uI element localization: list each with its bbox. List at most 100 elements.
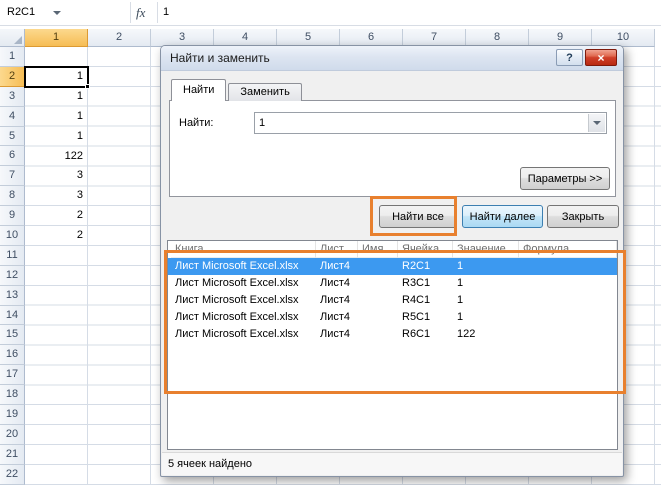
result-formula — [519, 275, 617, 292]
name-box[interactable]: R2C1 — [0, 0, 48, 25]
row-header-8[interactable]: 8 — [0, 186, 25, 207]
results-column-header[interactable]: Книга — [171, 241, 316, 258]
corner-triangle-icon — [14, 36, 22, 44]
row-header-1[interactable]: 1 — [0, 47, 25, 67]
formula-bar: R2C1 fx 1 — [0, 0, 661, 26]
result-sheet: Лист4 — [320, 277, 351, 289]
row-header-16[interactable]: 16 — [0, 345, 25, 366]
result-cell: R3C1 — [402, 277, 431, 289]
row-header-14[interactable]: 14 — [0, 305, 25, 326]
find-tab-panel: Найти: 1 Параметры >> — [169, 100, 616, 197]
row-header-13[interactable]: 13 — [0, 285, 25, 306]
cell-R10C1[interactable]: 2 — [25, 226, 88, 246]
cell-R9C1[interactable]: 2 — [25, 206, 88, 226]
result-row-R5C1[interactable]: Лист Microsoft Excel.xlsx Лист4 R5C1 1 — [168, 309, 617, 326]
cell-R2C1[interactable]: 1 — [25, 67, 88, 87]
column-header-2[interactable]: 2 — [88, 29, 151, 47]
find-input[interactable]: 1 — [254, 112, 607, 134]
result-sheet: Лист4 — [320, 311, 351, 323]
result-book: Лист Microsoft Excel.xlsx — [175, 260, 299, 272]
results-column-header[interactable]: Значение — [453, 241, 519, 258]
tab-find[interactable]: Найти — [171, 79, 227, 101]
find-input-value: 1 — [259, 117, 266, 129]
find-dropdown-button[interactable] — [588, 114, 605, 132]
options-button[interactable]: Параметры >> — [520, 167, 610, 190]
result-book: Лист Microsoft Excel.xlsx — [175, 328, 299, 340]
row-header-18[interactable]: 18 — [0, 385, 25, 406]
find-replace-dialog: Найти и заменить ? × Найти Заменить Найт… — [160, 45, 624, 477]
result-value: 1 — [457, 277, 464, 289]
row-header-17[interactable]: 17 — [0, 365, 25, 386]
formula-input[interactable]: 1 — [163, 0, 169, 25]
tab-replace[interactable]: Заменить — [228, 83, 302, 101]
status-bar: 5 ячеек найдено — [162, 452, 622, 475]
row-header-6[interactable]: 6 — [0, 146, 25, 167]
divider — [157, 2, 158, 23]
row-header-22[interactable]: 22 — [0, 464, 25, 485]
find-next-button[interactable]: Найти далее — [462, 205, 543, 228]
results-column-header[interactable]: Формула — [519, 241, 617, 258]
row-header-9[interactable]: 9 — [0, 206, 25, 227]
result-book: Лист Microsoft Excel.xlsx — [175, 311, 299, 323]
cell-R3C1[interactable]: 1 — [25, 87, 88, 107]
row-header-12[interactable]: 12 — [0, 265, 25, 286]
cell-R6C1[interactable]: 122 — [25, 147, 88, 167]
cell-R8C1[interactable]: 3 — [25, 186, 88, 206]
find-all-button[interactable]: Найти все — [379, 205, 457, 228]
insert-function-icon[interactable]: fx — [136, 0, 145, 25]
results-header: Книга Лист Имя Ячейка Значение Формула — [168, 241, 617, 258]
results-column-header[interactable]: Имя — [358, 241, 398, 258]
results-column-header[interactable]: Ячейка — [398, 241, 453, 258]
close-button[interactable]: Закрыть — [547, 205, 619, 228]
status-text: 5 ячеек найдено — [168, 458, 253, 470]
tab-strip: Найти Заменить — [171, 79, 304, 101]
row-header-7[interactable]: 7 — [0, 166, 25, 187]
row-header-20[interactable]: 20 — [0, 424, 25, 445]
row-header-2[interactable]: 2 — [0, 66, 25, 87]
result-sheet: Лист4 — [320, 260, 351, 272]
close-window-button[interactable]: × — [585, 49, 617, 66]
column-header-1[interactable]: 1 — [25, 29, 88, 47]
row-header-10[interactable]: 10 — [0, 226, 25, 246]
result-name — [358, 309, 398, 326]
result-cell: R4C1 — [402, 294, 431, 306]
result-value: 1 — [457, 311, 464, 323]
row-header-21[interactable]: 21 — [0, 444, 25, 465]
result-formula — [519, 326, 617, 343]
result-row-R4C1[interactable]: Лист Microsoft Excel.xlsx Лист4 R4C1 1 — [168, 292, 617, 309]
name-box-dropdown-icon[interactable] — [48, 0, 66, 25]
cell-R5C1[interactable]: 1 — [25, 127, 88, 147]
result-sheet: Лист4 — [320, 294, 351, 306]
result-formula — [519, 309, 617, 326]
row-header-3[interactable]: 3 — [0, 86, 25, 107]
row-header-19[interactable]: 19 — [0, 405, 25, 425]
select-all-corner[interactable] — [0, 29, 25, 47]
result-row-R2C1[interactable]: Лист Microsoft Excel.xlsx Лист4 R2C1 1 — [168, 258, 617, 275]
row-header-4[interactable]: 4 — [0, 106, 25, 127]
result-name — [358, 258, 398, 275]
row-header-11[interactable]: 11 — [0, 245, 25, 266]
chevron-down-icon — [53, 10, 61, 15]
result-row-R3C1[interactable]: Лист Microsoft Excel.xlsx Лист4 R3C1 1 — [168, 275, 617, 292]
result-value: 1 — [457, 294, 464, 306]
dialog-title: Найти и заменить — [170, 51, 270, 65]
find-label: Найти: — [179, 117, 214, 129]
result-formula — [519, 292, 617, 309]
row-headers: 1 2 3 4 5 6 7 8 9 10 11 12 13 14 15 16 17 18 19 20 21 22 — [0, 47, 25, 485]
cell-R7C1[interactable]: 3 — [25, 166, 88, 186]
chevron-down-icon — [593, 121, 601, 125]
help-button[interactable]: ? — [556, 49, 583, 66]
results-column-header[interactable]: Лист — [316, 241, 358, 258]
results-list[interactable]: Книга Лист Имя Ячейка Значение Формула Лист M… — [167, 240, 618, 450]
result-cell: R2C1 — [402, 260, 431, 272]
dialog-titlebar[interactable]: Найти и заменить ? × — [161, 46, 623, 71]
result-sheet: Лист4 — [320, 328, 351, 340]
result-cell: R5C1 — [402, 311, 431, 323]
result-book: Лист Microsoft Excel.xlsx — [175, 294, 299, 306]
cell-R4C1[interactable]: 1 — [25, 107, 88, 127]
row-header-5[interactable]: 5 — [0, 126, 25, 147]
result-name — [358, 275, 398, 292]
result-row-R6C1[interactable]: Лист Microsoft Excel.xlsx Лист4 R6C1 122 — [168, 326, 617, 343]
row-header-15[interactable]: 15 — [0, 325, 25, 346]
result-cell: R6C1 — [402, 328, 431, 340]
